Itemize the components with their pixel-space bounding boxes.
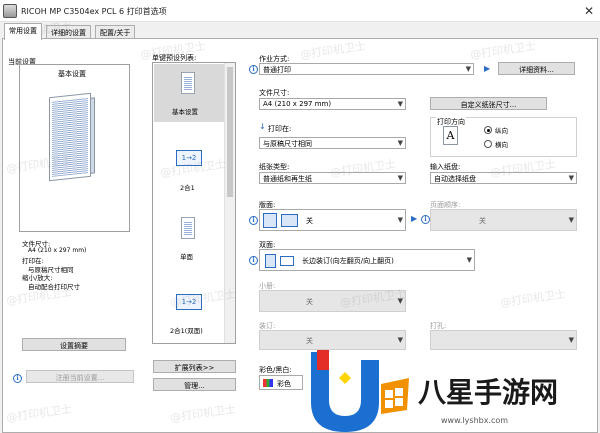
settings-summary-button[interactable]: 设置摘要 (22, 338, 126, 351)
chevron-down-icon: ▼ (568, 336, 574, 344)
portrait-page-icon: A (443, 126, 458, 145)
brand-logo-icon (311, 350, 409, 432)
color-label: 彩色/黑白: (259, 366, 292, 374)
booklet-value: 关 (306, 298, 313, 306)
play-arrow-icon: ▶ (411, 214, 418, 223)
paper-type-value: 普通纸和再生纸 (263, 175, 312, 183)
preset-name: 基本设置 (58, 70, 86, 78)
layout-value: 关 (306, 217, 313, 225)
expand-list-button[interactable]: 扩展列表>> (153, 360, 236, 373)
chevron-down-icon: ▼ (397, 100, 403, 108)
info-icon[interactable]: i (421, 215, 430, 224)
staple-select[interactable]: 关 ▼ (259, 330, 406, 350)
punch-select[interactable]: ▼ (430, 330, 577, 350)
layout-select[interactable]: 关 ▼ (259, 209, 406, 231)
tab-config-about[interactable]: 配置/关于 (95, 25, 136, 39)
custom-paper-size-button[interactable]: 自定义纸张尺寸... (430, 97, 547, 110)
brand-url: www.lyshbx.com (441, 416, 509, 425)
chevron-down-icon: ▼ (568, 174, 574, 182)
portrait-radio[interactable] (484, 126, 492, 134)
color-select[interactable]: 彩色 (259, 375, 303, 390)
portrait-label: 纵向 (495, 127, 508, 135)
info-paper-size-value: A4 (210 x 297 mm) (28, 247, 87, 254)
page-order-select[interactable]: 关 ▼ (430, 209, 577, 231)
preset-item-single-sided[interactable]: 单面 (154, 211, 224, 267)
scrollbar-thumb[interactable] (227, 67, 233, 197)
tab-strip: 常用设置 详细的设置 配置/关于 (0, 22, 600, 40)
preset-item-label: 2合1 (180, 184, 195, 192)
landscape-layout-icon (281, 214, 298, 227)
duplex-value: 长边装订(向左翻页/向上翻页) (302, 257, 394, 265)
print-on-value: 与原稿尺寸相同 (263, 140, 312, 148)
tab-common-settings[interactable]: 常用设置 (4, 23, 42, 40)
details-button[interactable]: 详细资料... (498, 62, 575, 75)
chevron-down-icon: ▼ (397, 336, 403, 344)
document-size-select[interactable]: A4 (210 x 297 mm) ▼ (259, 98, 406, 110)
document-size-value: A4 (210 x 297 mm) (263, 100, 332, 108)
color-swatch-icon (263, 379, 273, 387)
chevron-down-icon: ▼ (397, 139, 403, 147)
color-value: 彩色 (277, 380, 291, 388)
preset-item-label: 基本设置 (172, 108, 198, 116)
landscape-radio[interactable] (484, 140, 492, 148)
input-tray-value: 自动选择纸盘 (434, 175, 476, 183)
brand-name: 八星手游网 (418, 376, 559, 409)
document-size-label: 文件尺寸: (259, 89, 290, 97)
duplex-select[interactable]: 长边装订(向左翻页/向上翻页) ▼ (259, 249, 475, 271)
chevron-down-icon: ▼ (465, 65, 471, 73)
close-icon[interactable]: ✕ (584, 4, 594, 18)
register-current-settings-button[interactable]: 注册当前设置... (26, 370, 134, 383)
orientation-group: 打印方向 A 纵向 横向 (430, 117, 577, 157)
preset-item-label: 单面 (180, 253, 193, 261)
title-bar: RICOH MP C3504ex PCL 6 打印首选项 ✕ (0, 0, 600, 22)
input-tray-label: 输入纸盘: (430, 163, 461, 171)
preset-item-label: 2合1(双面) (170, 327, 203, 335)
chevron-down-icon: ▼ (397, 174, 403, 182)
play-arrow-icon: ▶ (484, 64, 491, 73)
info-icon[interactable]: i (13, 374, 22, 383)
info-icon[interactable]: i (249, 216, 258, 225)
chevron-down-icon: ▼ (568, 216, 574, 224)
arrow-down-icon: ↓ (259, 122, 266, 131)
single-page-layout-icon (263, 213, 277, 228)
job-type-value: 普通打印 (263, 66, 291, 74)
manage-button[interactable]: 管理... (153, 378, 236, 391)
single-sided-icon (181, 217, 195, 239)
chevron-down-icon: ▼ (397, 216, 403, 224)
info-icon[interactable]: i (249, 65, 258, 74)
page-order-value: 关 (479, 217, 486, 225)
staple-value: 关 (306, 337, 313, 345)
paper-type-label: 纸张类型: (259, 163, 290, 171)
current-settings-preview: 基本设置 (19, 64, 130, 232)
duplex-flip-icon (280, 256, 294, 266)
landscape-label: 横向 (495, 141, 508, 149)
printer-app-icon (3, 4, 17, 18)
preset-item-basic[interactable]: 基本设置 (154, 64, 224, 122)
job-type-select[interactable]: 普通打印 ▼ (259, 63, 474, 75)
print-on-select[interactable]: 与原稿尺寸相同 ▼ (259, 137, 406, 149)
single-page-icon (181, 72, 195, 94)
chevron-down-icon: ▼ (466, 256, 472, 264)
window-title: RICOH MP C3504ex PCL 6 打印首选项 (21, 7, 167, 16)
info-icon[interactable]: i (249, 256, 258, 265)
print-on-label: 打印在: (268, 125, 292, 133)
duplex-page-icon (265, 254, 276, 268)
